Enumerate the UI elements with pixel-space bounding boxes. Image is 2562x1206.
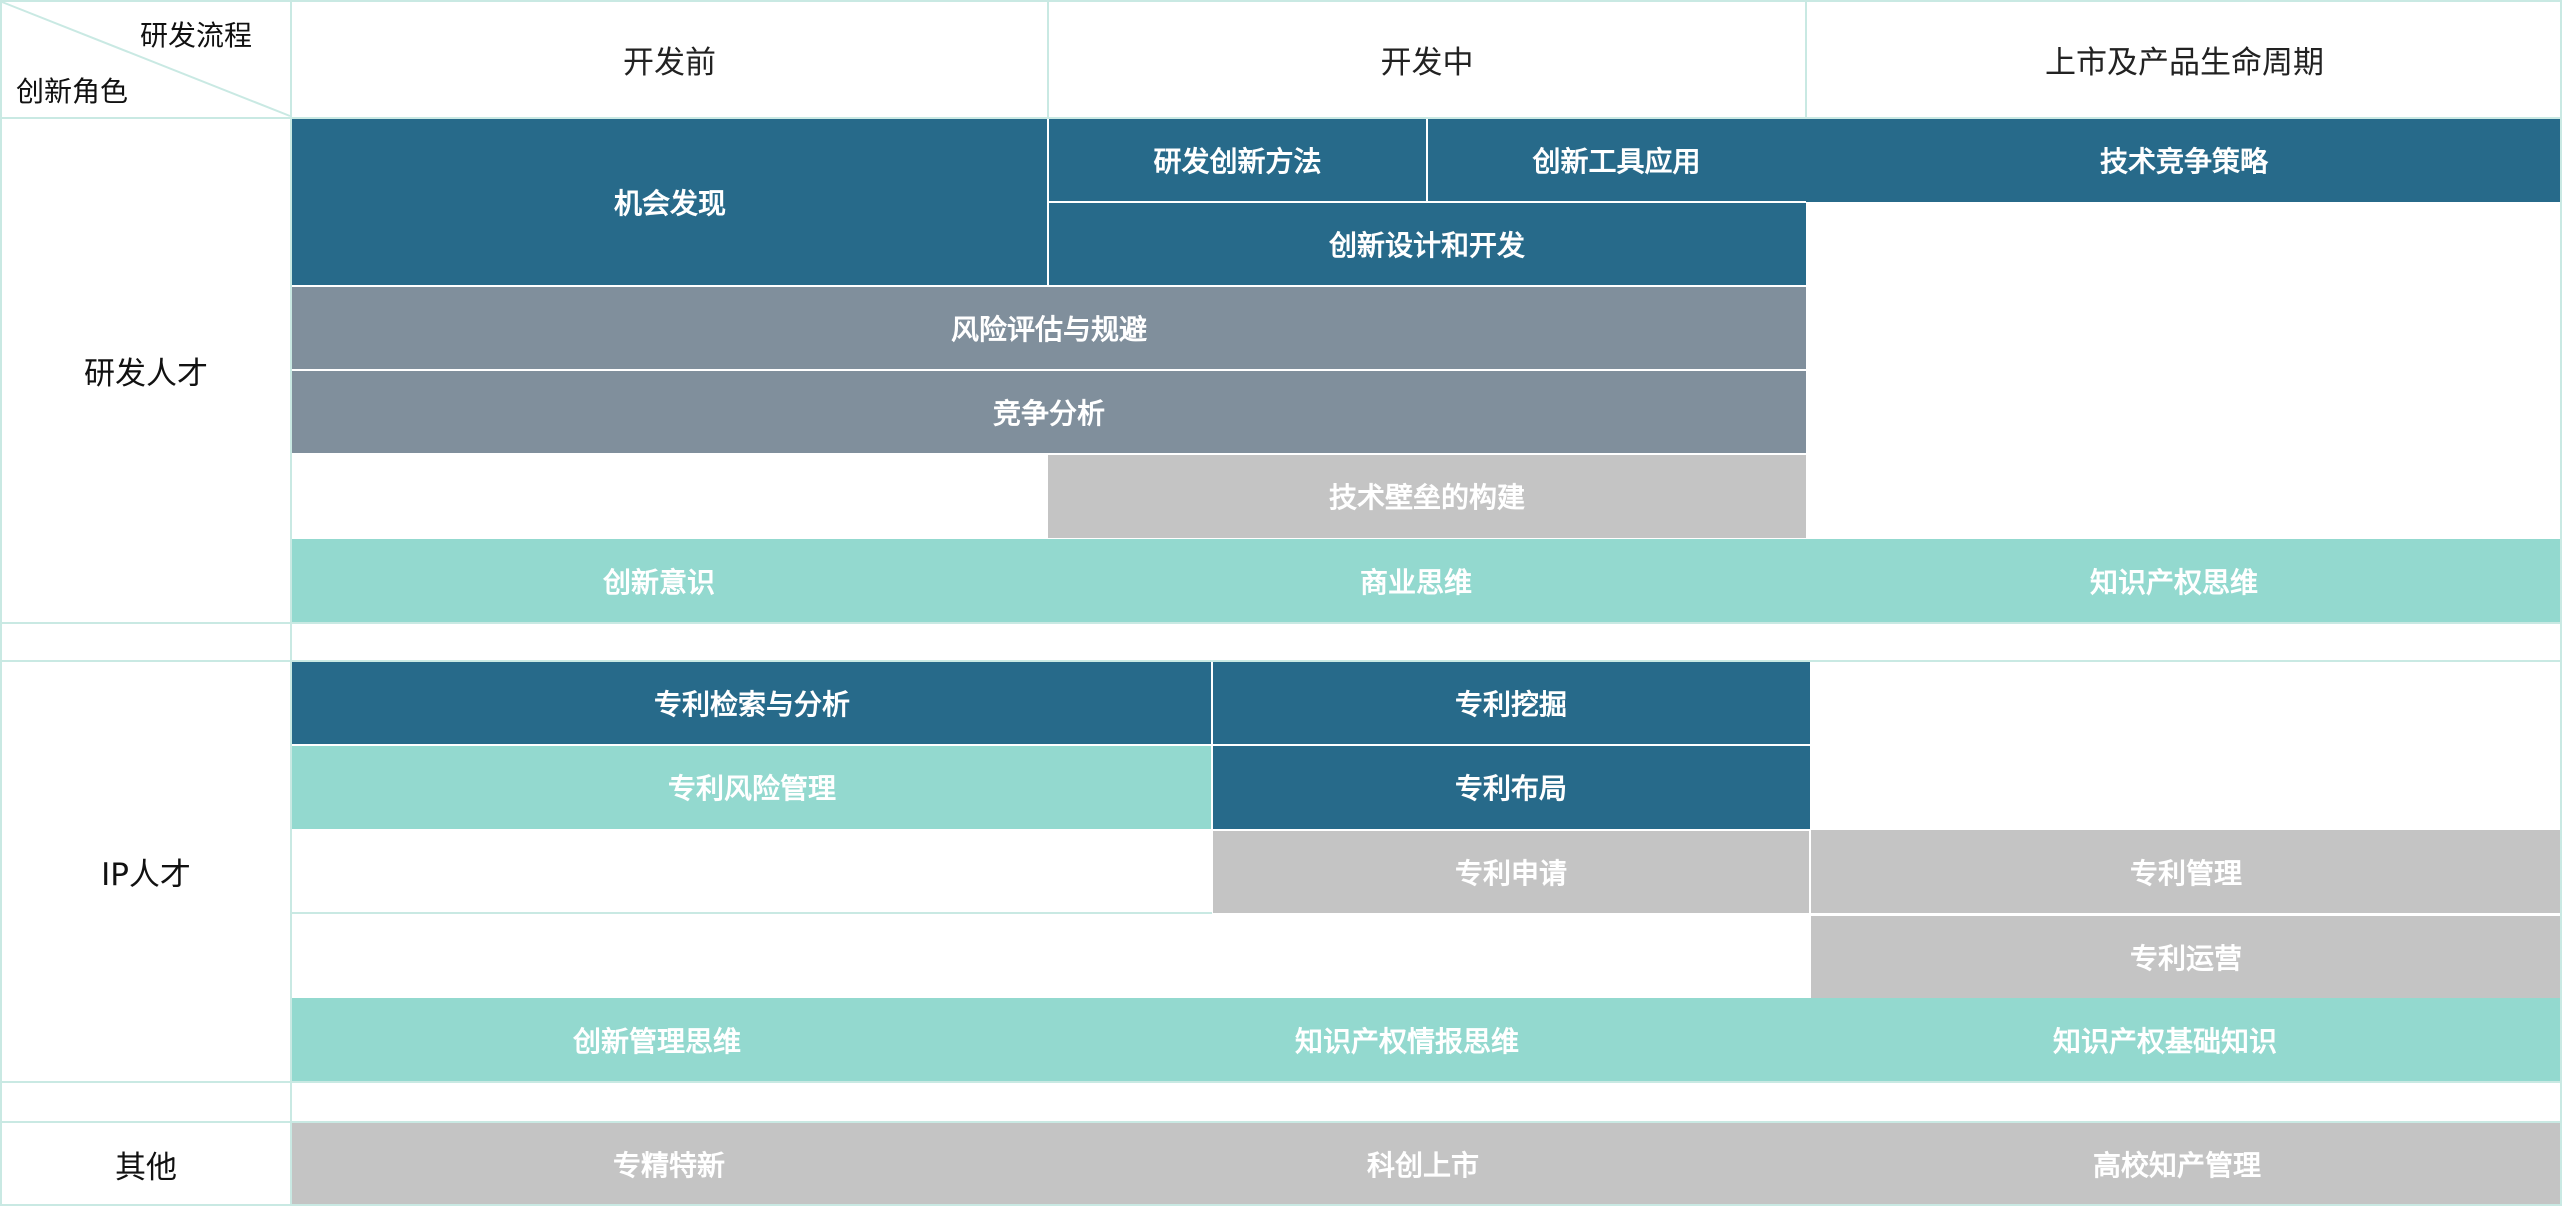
ip-patent-search-analysis: 专利检索与分析	[292, 661, 1212, 745]
role-label-rd: 研发人才	[84, 356, 208, 392]
grid-line	[0, 0, 2562, 2]
other-star-market-listing: 科创上市	[1366, 1149, 1479, 1182]
stage-header-launch: 上市及产品生命周期	[2045, 44, 2324, 81]
grid-line	[1805, 0, 1807, 118]
grid-line	[0, 1081, 2562, 1083]
rd-design-and-development: 创新设计和开发	[1048, 202, 1806, 286]
other-university-ip-management: 高校知产管理	[2092, 1149, 2261, 1182]
grid-line	[1047, 0, 1049, 118]
divider	[292, 829, 1810, 831]
ip-mindset-ip-intelligence: 知识产权情报思维	[1294, 1025, 1519, 1058]
rd-tech-competition-strategy: 技术竞争策略	[1806, 118, 2562, 202]
divider	[292, 453, 1806, 455]
stage-header-in-dev: 开发中	[1380, 44, 1474, 81]
grid-line	[292, 912, 1212, 914]
divider	[292, 369, 1806, 371]
role-label-ip: IP人才	[101, 857, 191, 893]
rd-mindset-ip-thinking: 知识产权思维	[2089, 566, 2258, 599]
other-specialized-sme: 专精特新	[612, 1149, 725, 1182]
grid-line	[0, 0, 2, 1206]
rd-competition-analysis: 竞争分析	[292, 370, 1806, 454]
grid-line	[0, 1121, 2562, 1123]
ip-patent-risk-management: 专利风险管理	[292, 745, 1212, 829]
grid-line	[290, 0, 292, 1206]
rd-tool-application: 创新工具应用	[1427, 118, 1806, 202]
ip-mindset-ip-fundamentals: 知识产权基础知识	[2052, 1025, 2277, 1058]
ip-patent-management: 专利管理	[1810, 830, 2562, 913]
divider	[292, 285, 1806, 287]
grid-line	[0, 660, 2562, 662]
corner-process-label: 研发流程	[140, 19, 253, 52]
rd-opportunity-discovery: 机会发现	[292, 118, 1048, 286]
grid-line	[0, 117, 2562, 119]
ip-patent-mining: 专利挖掘	[1212, 661, 1810, 745]
role-label-other: 其他	[115, 1149, 177, 1186]
ip-patent-application: 专利申请	[1212, 830, 1810, 913]
rd-risk-assessment: 风险评估与规避	[292, 286, 1806, 370]
innovation-talent-matrix: 研发流程 创新角色 开发前 开发中 上市及产品生命周期 研发人才 IP人才 其他…	[0, 0, 2562, 1206]
grid-line	[0, 622, 2562, 624]
rd-tech-barrier-building: 技术壁垒的构建	[1048, 454, 1806, 538]
divider	[1211, 661, 1213, 913]
divider	[1048, 201, 1806, 203]
rd-innovation-methods: 研发创新方法	[1048, 118, 1427, 202]
stage-header-pre-dev: 开发前	[623, 44, 716, 81]
ip-patent-layout: 专利布局	[1212, 745, 1810, 829]
rd-mindset-business-thinking: 商业思维	[1359, 566, 1472, 599]
divider	[1810, 914, 2562, 916]
divider	[1426, 118, 1428, 202]
divider	[292, 744, 1810, 746]
rd-mindset-innovation-awareness: 创新意识	[602, 566, 715, 599]
corner-role-label: 创新角色	[16, 75, 129, 108]
ip-mindset-innovation-management: 创新管理思维	[572, 1025, 741, 1058]
ip-patent-operation: 专利运营	[1810, 916, 2562, 998]
